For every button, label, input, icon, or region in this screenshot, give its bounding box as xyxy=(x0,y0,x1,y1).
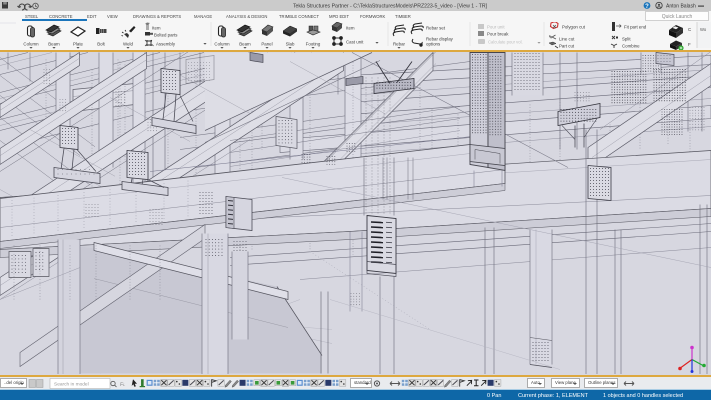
svg-text:Part cut: Part cut xyxy=(559,44,575,49)
svg-text:Cast unit: Cast unit xyxy=(346,40,364,45)
svg-text:options: options xyxy=(426,42,441,47)
svg-text:Beam: Beam xyxy=(239,42,251,47)
svg-text:Slab: Slab xyxy=(286,42,295,47)
svg-text:FL: FL xyxy=(120,382,125,388)
svg-text:Pour break: Pour break xyxy=(487,32,509,37)
svg-text:Item: Item xyxy=(346,26,355,31)
svg-text:Combine: Combine xyxy=(622,44,640,49)
svg-text:Bolt: Bolt xyxy=(97,42,105,47)
svg-text:Bolted parts: Bolted parts xyxy=(154,33,178,38)
svg-text:Beam: Beam xyxy=(48,42,60,47)
svg-text:Column: Column xyxy=(23,42,39,47)
svg-text:?: ? xyxy=(645,4,649,10)
svg-text:?: ? xyxy=(2,22,7,24)
svg-text:Pour unit: Pour unit xyxy=(487,25,505,30)
svg-text:Calculate pour vol.: Calculate pour vol. xyxy=(488,40,523,45)
svg-text:Footing: Footing xyxy=(306,42,321,47)
svg-text:Item: Item xyxy=(152,26,161,31)
svg-text:Search in model: Search in model xyxy=(54,381,89,387)
svg-text:Rebar: Rebar xyxy=(393,42,405,47)
svg-text:Weld: Weld xyxy=(123,42,133,47)
svg-text:F: F xyxy=(688,42,691,47)
svg-text:Plate: Plate xyxy=(73,42,84,47)
svg-text:C: C xyxy=(688,27,691,32)
svg-text:Column: Column xyxy=(214,42,230,47)
svg-text:Split: Split xyxy=(622,37,631,42)
svg-text:Polygon cut: Polygon cut xyxy=(562,25,586,30)
svg-text:Fit part end: Fit part end xyxy=(624,25,647,30)
svg-text:Assembly: Assembly xyxy=(156,42,176,47)
svg-text:Tekla Structures Partner - C: Tekla Structures Partner - C:\TeklaStruc… xyxy=(293,4,488,10)
svg-text:Wo: Wo xyxy=(700,27,707,32)
svg-text:Panel: Panel xyxy=(261,42,272,47)
svg-text:Anton Balash: Anton Balash xyxy=(666,4,696,10)
svg-text:Rebar set: Rebar set xyxy=(426,26,446,31)
svg-text:Line cut: Line cut xyxy=(559,37,575,42)
